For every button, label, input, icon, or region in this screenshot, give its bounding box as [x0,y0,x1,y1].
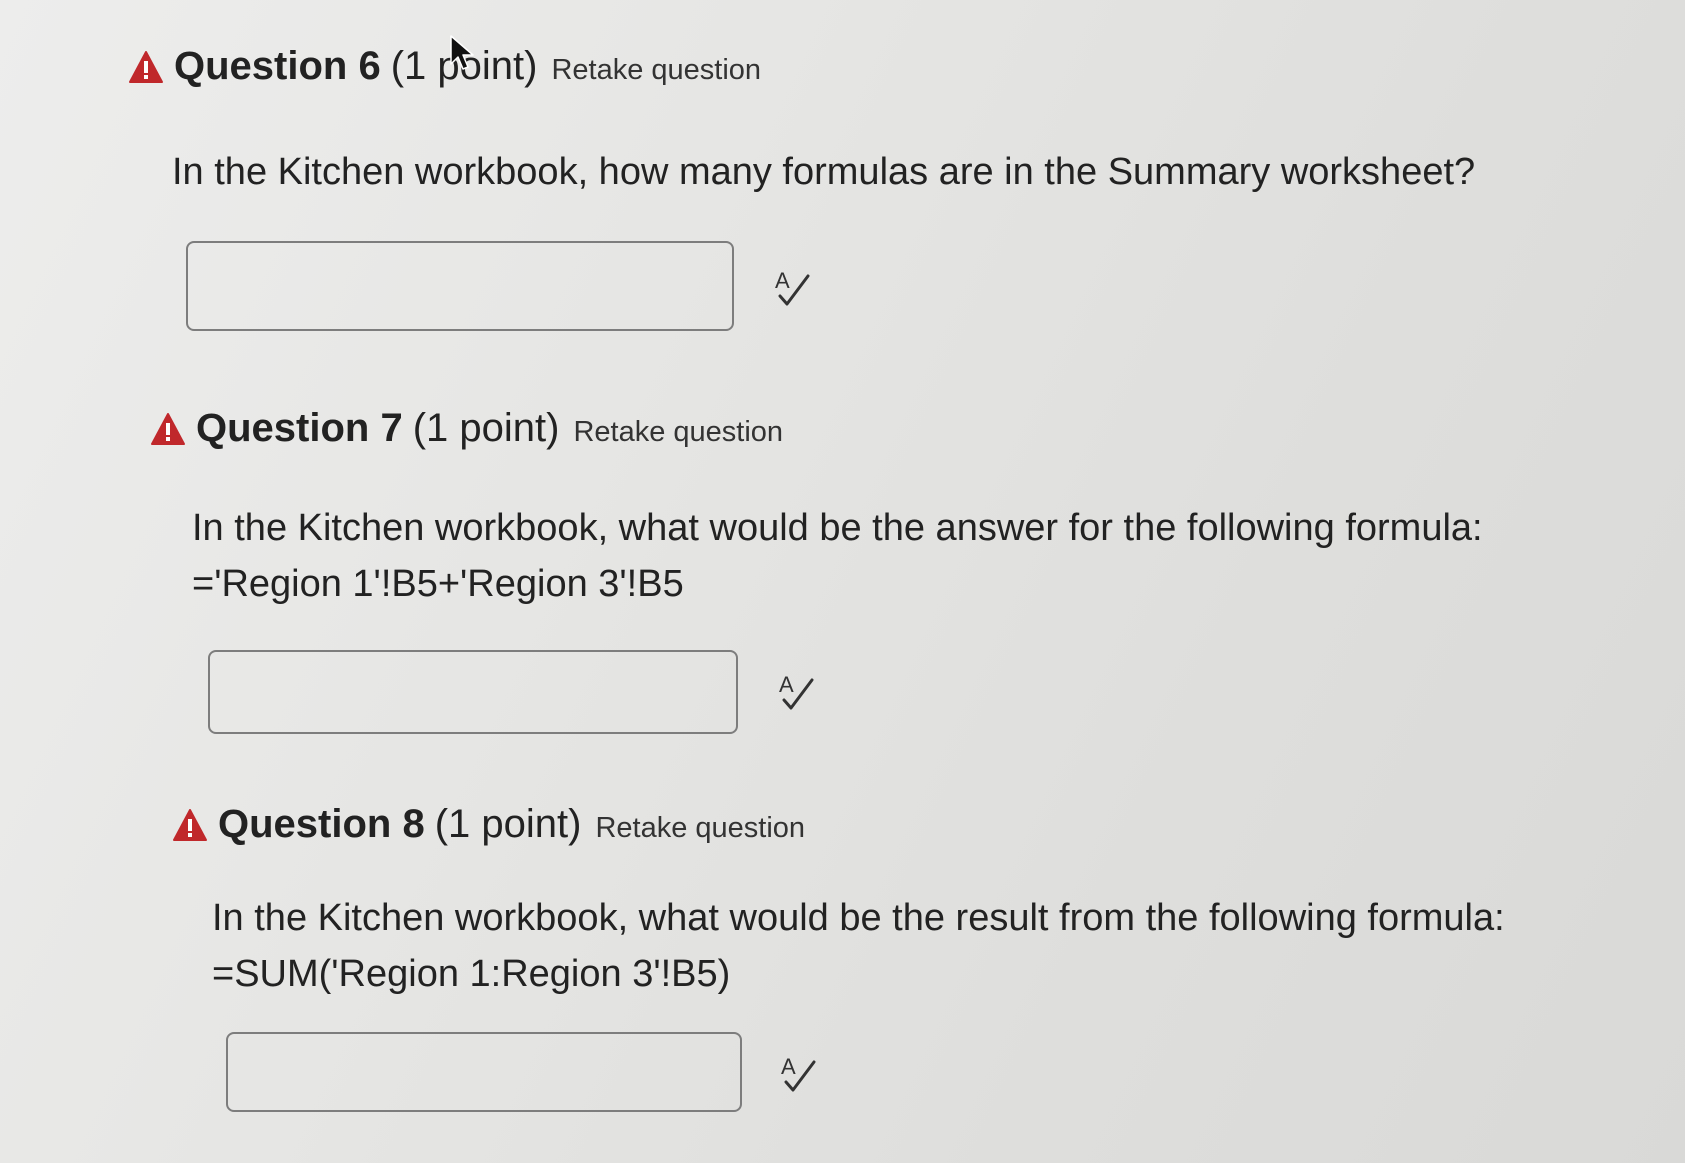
svg-text:A: A [775,268,790,293]
question-6-text: In the Kitchen workbook, how many formul… [172,144,1475,200]
warning-triangle-icon [151,412,185,445]
question-8-text: In the Kitchen workbook, what would be t… [212,890,1505,1002]
svg-text:A: A [779,672,794,697]
svg-text:A: A [781,1054,796,1079]
question-formula: =SUM('Region 1:Region 3'!B5) [212,953,731,995]
question-7-text: In the Kitchen workbook, what would be t… [192,500,1483,612]
retake-question-link[interactable]: Retake question [573,416,783,449]
question-formula: ='Region 1'!B5+'Region 3'!B5 [192,563,684,605]
mouse-pointer-icon [450,35,474,70]
spellcheck-icon[interactable]: A [778,1054,820,1096]
retake-question-link[interactable]: Retake question [595,812,805,845]
question-text-line: In the Kitchen workbook, what would be t… [212,897,1505,939]
question-8-header: Question 8 (1 point) Retake question [172,802,805,847]
spellcheck-icon[interactable]: A [772,268,814,310]
warning-triangle-icon [129,50,163,83]
question-title: Question 7 [196,406,403,450]
question-7-answer-input[interactable] [208,650,738,734]
retake-question-link[interactable]: Retake question [551,54,761,87]
question-text-line: In the Kitchen workbook, what would be t… [192,507,1483,549]
question-text-line: In the Kitchen workbook, how many formul… [172,151,1476,193]
question-title: Question 8 [218,802,425,846]
question-points: (1 point) [412,406,560,450]
question-7-header: Question 7 (1 point) Retake question [150,406,783,451]
warning-triangle-icon [173,808,207,841]
question-8-answer-input[interactable] [226,1032,742,1112]
question-6-answer-input[interactable] [186,241,734,331]
question-6-header: Question 6 (1 point) Retake question [128,44,761,89]
question-points: (1 point) [434,802,582,846]
spellcheck-icon[interactable]: A [776,672,818,714]
question-title: Question 6 [174,44,381,88]
